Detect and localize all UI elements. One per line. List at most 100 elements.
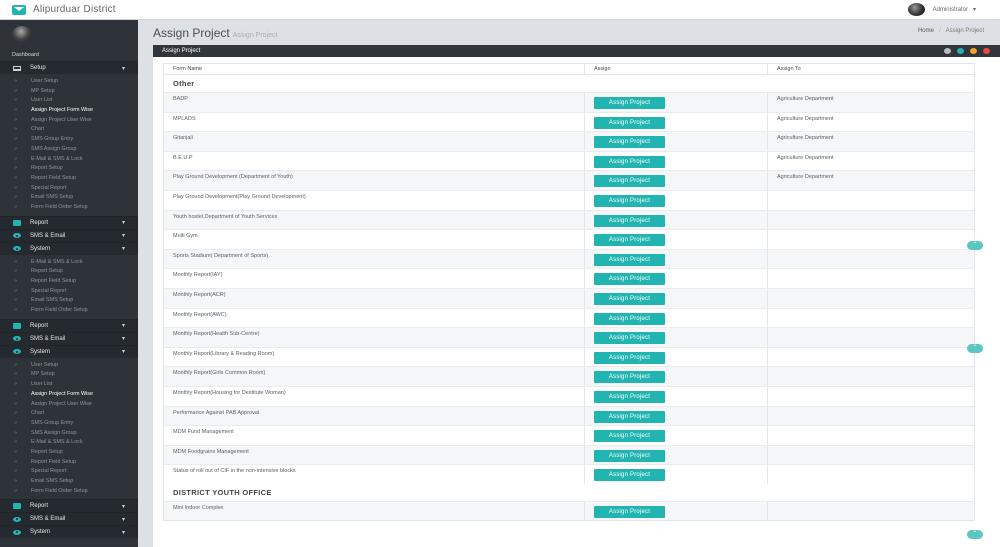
assign-project-button[interactable]: Assign Project: [594, 390, 665, 403]
breadcrumb-home[interactable]: Home: [918, 28, 934, 34]
envelope-icon: [12, 4, 26, 15]
user-name: Administrator: [932, 6, 968, 13]
table-row: B.E.U.P Assign Project Agriculture Departm…: [164, 150, 974, 171]
sidebar-item[interactable]: Email SMS Setup: [0, 193, 138, 203]
sidebar-item[interactable]: Form Field Order Setup: [0, 487, 138, 497]
assign-project-button[interactable]: Assign Project: [594, 253, 665, 266]
assign-project-button[interactable]: Assign Project: [594, 449, 665, 462]
sidebar-item[interactable]: MP Setup: [0, 370, 138, 380]
assign-project-button[interactable]: Assign Project: [594, 273, 665, 286]
sidebar-item[interactable]: Form Field Order Setup: [0, 203, 138, 213]
assign-project-button[interactable]: Assign Project: [594, 410, 665, 423]
collapse-icon[interactable]: [970, 48, 977, 54]
sidebar-item[interactable]: Special Report: [0, 467, 138, 477]
sidebar-item[interactable]: Assign Project Form Wise: [0, 390, 138, 400]
sidebar-item[interactable]: Report Setup: [0, 164, 138, 174]
sidebar-item[interactable]: Assign Project User Wise: [0, 400, 138, 410]
chevron-down-icon: ▾: [121, 336, 125, 343]
scroll-up-button[interactable]: ⌃: [967, 530, 983, 539]
sidebar-group-system[interactable]: System ▾: [0, 344, 138, 358]
sidebar-group-sms-email[interactable]: SMS & Email ▾: [0, 331, 138, 345]
assign-project-button[interactable]: Assign Project: [594, 292, 665, 305]
chevron-down-icon: ▾: [121, 246, 125, 253]
sidebar-item[interactable]: User Setup: [0, 77, 138, 87]
assign-project-button[interactable]: Assign Project: [594, 214, 665, 227]
monitor-icon: [13, 219, 21, 226]
scroll-up-button[interactable]: ⌃: [967, 241, 983, 250]
table-header: Form Name Assign Assign To: [164, 64, 974, 75]
sidebar-group-report[interactable]: Report ▾: [0, 215, 138, 229]
assign-project-button[interactable]: Assign Project: [594, 136, 665, 149]
sidebar-item[interactable]: Chart: [0, 125, 138, 135]
form-name-cell: Monthly Report(AWC): [164, 308, 585, 328]
sidebar-item[interactable]: Report Setup: [0, 448, 138, 458]
sidebar-group-report[interactable]: Report ▾: [0, 318, 138, 332]
sidebar-section-dashboard[interactable]: Dashboard: [0, 49, 138, 61]
sidebar-item[interactable]: Email SMS Setup: [0, 477, 138, 487]
sidebar-item[interactable]: MP Setup: [0, 87, 138, 97]
sidebar-item[interactable]: E-Mail & SMS & Lock: [0, 438, 138, 448]
close-icon[interactable]: [983, 48, 990, 54]
eye-icon: [13, 233, 21, 239]
sidebar-item[interactable]: Assign Project Form Wise: [0, 106, 138, 116]
form-name-cell: Youth hostel,Department of Youth Service…: [164, 210, 585, 230]
table-row: Monthly Report(IAY) Assign Project: [164, 268, 974, 288]
sidebar-item[interactable]: Report Field Setup: [0, 174, 138, 184]
header-assign-to: Assign To: [777, 66, 801, 72]
assign-cell: Assign Project: [585, 132, 768, 151]
sidebar-item[interactable]: SMS Assign Group: [0, 429, 138, 439]
assign-project-button[interactable]: Assign Project: [594, 371, 665, 384]
assign-project-button[interactable]: Assign Project: [594, 469, 665, 482]
assign-project-button[interactable]: Assign Project: [594, 155, 665, 168]
sidebar-item[interactable]: E-Mail & SMS & Lock: [0, 155, 138, 165]
sidebar-item[interactable]: SMS Group Entry: [0, 135, 138, 145]
assign-cell: Assign Project: [585, 347, 768, 367]
sidebar-item[interactable]: User List: [0, 96, 138, 106]
sidebar-item[interactable]: E-Mail & SMS & Lock: [0, 258, 138, 268]
sidebar-item[interactable]: User Setup: [0, 361, 138, 371]
assign-project-button[interactable]: Assign Project: [594, 194, 665, 207]
page-title-text: Assign Project: [153, 26, 230, 40]
chevron-down-icon: ▾: [121, 516, 125, 523]
sidebar-group-setup[interactable]: Setup ▾: [0, 61, 138, 74]
table-row: MPLADS Assign Project Agriculture Departme…: [164, 111, 974, 132]
assign-project-button[interactable]: Assign Project: [594, 97, 665, 109]
chevron-down-icon: ▾: [121, 220, 125, 227]
assign-project-button[interactable]: Assign Project: [594, 505, 665, 518]
sidebar-item[interactable]: Report Field Setup: [0, 277, 138, 287]
sidebar-item[interactable]: SMS Group Entry: [0, 419, 138, 429]
sidebar-item[interactable]: Assign Project User Wise: [0, 116, 138, 126]
user-menu[interactable]: Administrator ▾: [907, 3, 976, 16]
refresh-icon[interactable]: [957, 48, 964, 54]
sidebar-item[interactable]: User List: [0, 380, 138, 390]
sidebar-item[interactable]: Chart: [0, 409, 138, 419]
chevron-down-icon: ▾: [121, 349, 125, 356]
sidebar-item[interactable]: Report Setup: [0, 267, 138, 277]
sidebar-item[interactable]: Report Field Setup: [0, 458, 138, 468]
scroll-up-button[interactable]: ⌃: [967, 344, 983, 353]
assign-cell: Assign Project: [585, 112, 768, 132]
sidebar-item[interactable]: Form Field Order Setup: [0, 306, 138, 316]
sidebar-item[interactable]: Special Report: [0, 184, 138, 194]
assign-project-button[interactable]: Assign Project: [594, 351, 665, 364]
assign-project-panel: Assign Project Form Name Assign Assign T…: [153, 45, 1000, 547]
form-name-cell: Multi Gym: [164, 230, 585, 249]
sidebar-group-system[interactable]: System ▾: [0, 241, 138, 255]
sidebar-item[interactable]: SMS Assign Group: [0, 145, 138, 155]
sidebar-group-sms-email[interactable]: SMS & Email ▾: [0, 228, 138, 242]
assign-project-button[interactable]: Assign Project: [594, 430, 665, 443]
assign-project-button[interactable]: Assign Project: [594, 332, 665, 345]
assign-project-button[interactable]: Assign Project: [594, 234, 665, 247]
assign-project-button[interactable]: Assign Project: [594, 116, 665, 129]
assign-to-cell: [768, 289, 974, 308]
brand[interactable]: Alipurduar District: [0, 4, 116, 15]
sidebar-item[interactable]: Email SMS Setup: [0, 296, 138, 306]
sidebar-group-report[interactable]: Report ▾: [0, 499, 138, 513]
minimize-icon[interactable]: [944, 48, 951, 54]
assign-project-button[interactable]: Assign Project: [594, 175, 665, 188]
form-name-cell: Monthly Report(Health Sub-Centre): [164, 328, 585, 347]
sidebar-group-sms-email[interactable]: SMS & Email ▾: [0, 512, 138, 526]
sidebar-group-system[interactable]: System ▾: [0, 525, 138, 539]
sidebar-item[interactable]: Special Report: [0, 287, 138, 297]
assign-project-button[interactable]: Assign Project: [594, 312, 665, 325]
